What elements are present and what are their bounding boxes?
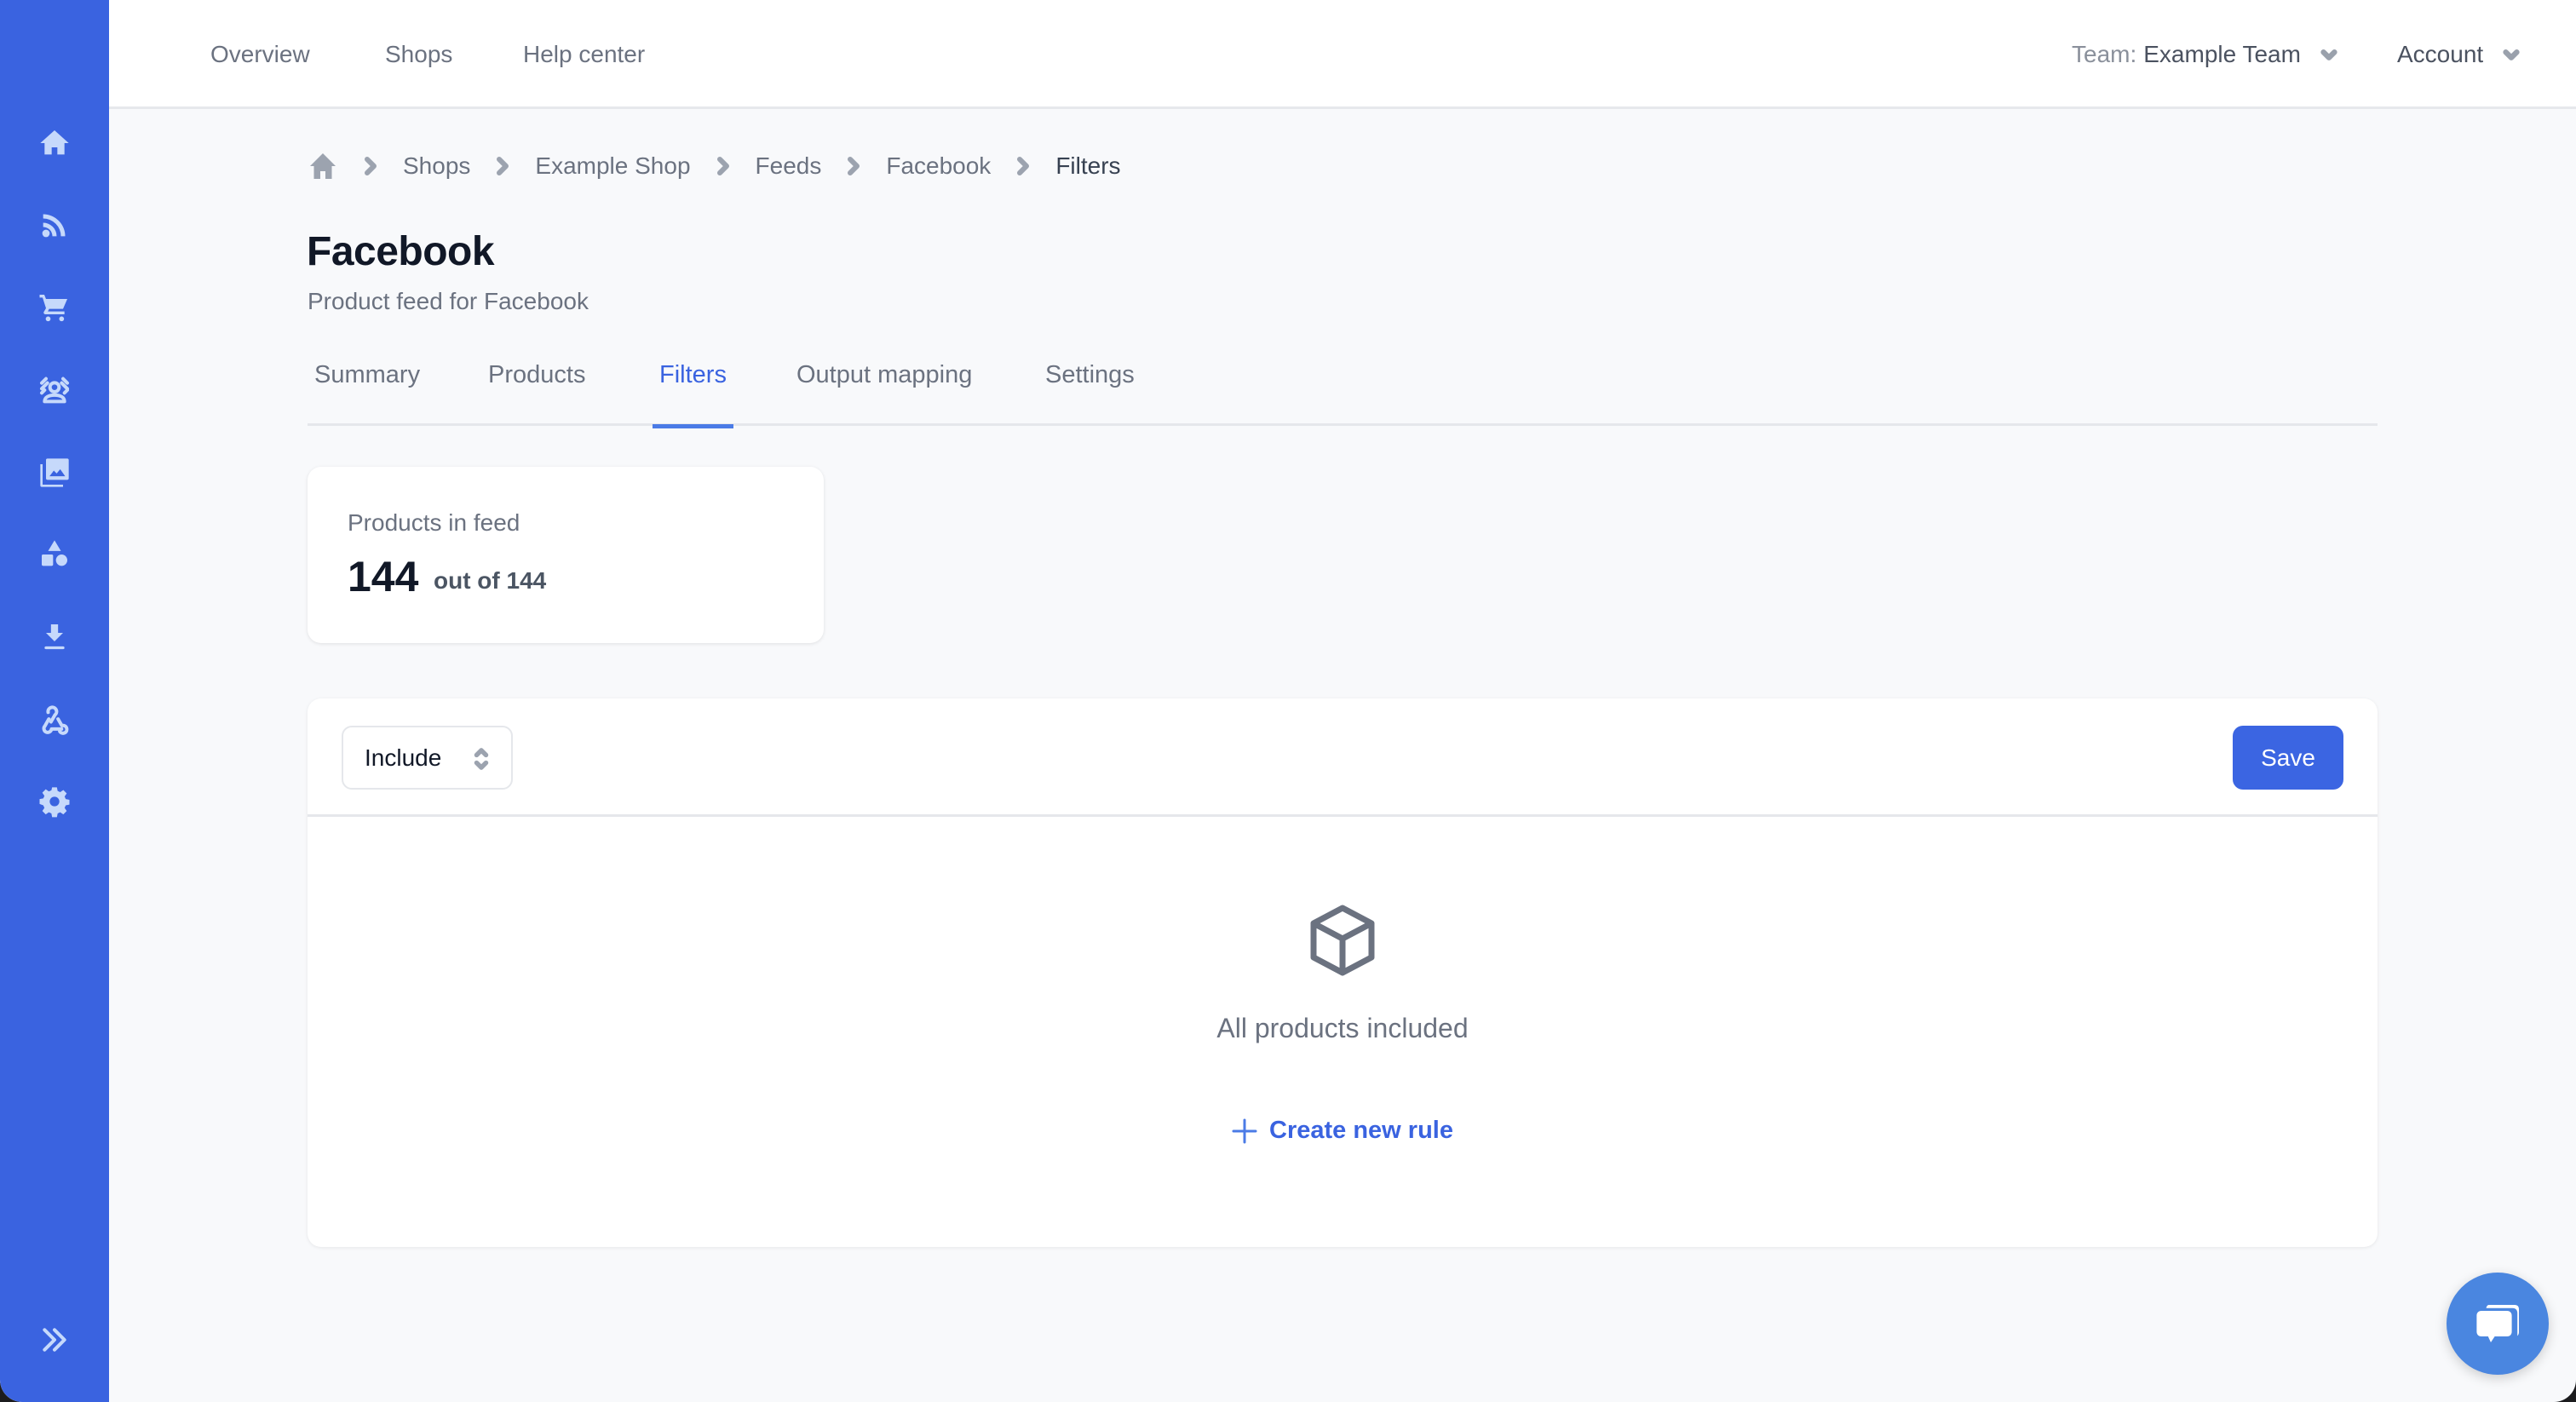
empty-state: All products included Create new rule: [308, 817, 2378, 1247]
breadcrumb-example-shop[interactable]: Example Shop: [535, 152, 690, 180]
breadcrumb-facebook[interactable]: Facebook: [886, 152, 991, 180]
breadcrumb-shops[interactable]: Shops: [403, 152, 470, 180]
sidebar-item-home[interactable]: [34, 123, 75, 164]
breadcrumb-feeds[interactable]: Feeds: [756, 152, 822, 180]
sidebar-item-webhooks[interactable]: [34, 699, 75, 740]
sidebar-item-shops[interactable]: [34, 287, 75, 328]
sidebar-item-audiences[interactable]: [34, 370, 75, 411]
sidebar-expand-button[interactable]: [34, 1319, 75, 1360]
sidebar: [0, 0, 109, 1402]
user-focus-icon: [40, 376, 69, 404]
create-rule-label: Create new rule: [1269, 1117, 1453, 1144]
chevron-right-icon: [716, 157, 729, 175]
download-icon: [44, 624, 65, 650]
tab-summary[interactable]: Summary: [308, 361, 427, 426]
create-new-rule-button[interactable]: Create new rule: [308, 1117, 2378, 1145]
app-window: Overview Shops Help center Team: Example…: [0, 0, 2576, 1402]
sidebar-item-feeds[interactable]: [34, 204, 75, 245]
topnav-overview[interactable]: Overview: [210, 41, 310, 68]
page-subtitle: Product feed for Facebook: [308, 288, 589, 314]
top-header: Overview Shops Help center Team: Example…: [109, 0, 2576, 109]
tab-products[interactable]: Products: [481, 361, 592, 426]
products-in-feed-card: Products in feed 144 out of 144: [308, 467, 824, 643]
cube-icon: [1310, 905, 1375, 976]
tab-filters[interactable]: Filters: [653, 361, 733, 428]
filter-mode-select[interactable]: Include: [342, 726, 513, 790]
chevron-right-icon: [848, 157, 860, 175]
home-icon: [40, 130, 69, 155]
tab-bar: Summary Products Filters Output mapping …: [308, 349, 2378, 428]
empty-state-text: All products included: [1216, 1013, 1469, 1043]
images-icon: [40, 458, 69, 487]
team-name: Example Team: [2143, 41, 2301, 67]
sidebar-item-imports[interactable]: [34, 617, 75, 658]
breadcrumb-home-icon[interactable]: [308, 151, 338, 181]
chevron-right-icon: [497, 157, 509, 175]
account-label: Account: [2397, 41, 2484, 67]
filter-mode-value: Include: [365, 744, 442, 771]
topnav-shops[interactable]: Shops: [385, 41, 452, 68]
plus-icon: [1232, 1118, 1257, 1143]
topnav-help-center[interactable]: Help center: [523, 41, 645, 68]
save-button[interactable]: Save: [2233, 726, 2343, 790]
cart-icon: [39, 295, 67, 322]
webhook-icon: [42, 705, 69, 735]
team-selector[interactable]: Team: Example Team: [2072, 0, 2338, 109]
chevron-up-down-icon: [474, 748, 489, 770]
chat-launcher-button[interactable]: [2447, 1273, 2549, 1375]
shapes-icon: [42, 540, 67, 566]
stats-total: out of 144: [434, 567, 547, 594]
stats-label: Products in feed: [348, 509, 520, 536]
tab-settings[interactable]: Settings: [1038, 361, 1141, 426]
stats-value: 144: [348, 553, 419, 600]
gear-icon: [39, 787, 70, 818]
chevrons-right-icon: [43, 1328, 66, 1352]
page-title: Facebook: [307, 229, 495, 274]
account-menu[interactable]: Account: [2397, 0, 2521, 109]
chevron-down-icon: [2503, 49, 2520, 60]
tab-output-mapping[interactable]: Output mapping: [790, 361, 979, 426]
rss-icon: [42, 214, 66, 238]
breadcrumb: Shops Example Shop Feeds Facebook Filter…: [308, 147, 1121, 186]
chevron-right-icon: [365, 157, 377, 175]
chevron-down-icon: [2320, 49, 2337, 60]
breadcrumb-current: Filters: [1055, 152, 1121, 179]
sidebar-item-categories[interactable]: [34, 534, 75, 575]
chevron-right-icon: [1017, 157, 1030, 175]
sidebar-item-media[interactable]: [34, 452, 75, 493]
filter-card-header: Include Save: [308, 698, 2378, 817]
sidebar-item-settings[interactable]: [34, 781, 75, 822]
filter-rules-card: Include Save All products included Creat…: [308, 698, 2378, 1247]
team-label: Team:: [2072, 41, 2137, 67]
chat-bubbles-icon: [2476, 1305, 2519, 1342]
